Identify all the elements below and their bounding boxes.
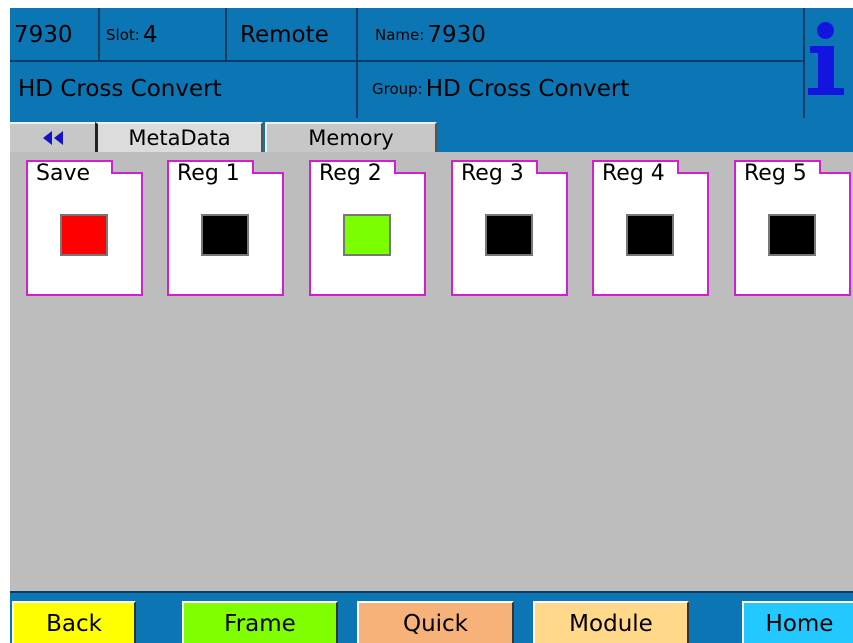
name-label: Name: xyxy=(375,25,425,44)
double-left-arrow-icon[interactable] xyxy=(10,122,95,152)
register-label: Reg 1 xyxy=(177,161,240,186)
header-divider xyxy=(356,8,358,118)
slot-value: 4 xyxy=(142,21,158,48)
register-reg-1[interactable]: Reg 1 xyxy=(167,160,284,296)
register-reg-4[interactable]: Reg 4 xyxy=(592,160,709,296)
register-status-indicator xyxy=(201,214,249,256)
group-value: HD Cross Convert xyxy=(425,76,630,102)
header-divider xyxy=(225,8,227,60)
register-reg-5[interactable]: Reg 5 xyxy=(734,160,851,296)
device-panel: 7930 Slot: 4 Remote Name: 7930 HD Cross … xyxy=(10,8,853,643)
register-save[interactable]: Save xyxy=(26,160,143,296)
tab-memory[interactable]: Memory xyxy=(265,122,437,152)
register-reg-3[interactable]: Reg 3 xyxy=(451,160,568,296)
group-label: Group: xyxy=(372,80,423,98)
register-label: Reg 5 xyxy=(744,161,807,186)
name-value: 7930 xyxy=(427,21,486,48)
register-label: Save xyxy=(36,161,91,186)
slot-label: Slot: xyxy=(106,25,140,44)
name-info: Name: 7930 xyxy=(375,12,486,57)
module-button[interactable]: Module xyxy=(533,601,689,643)
frame-button[interactable]: Frame xyxy=(182,601,338,643)
header-bar: 7930 Slot: 4 Remote Name: 7930 HD Cross … xyxy=(10,8,853,118)
register-status-indicator xyxy=(60,214,108,256)
tab-bar: MetaData Memory xyxy=(10,118,853,152)
home-button[interactable]: Home xyxy=(742,601,853,643)
register-label: Reg 3 xyxy=(461,161,524,186)
bottom-nav-bar: Back Frame Quick Module Home xyxy=(10,591,853,643)
header-divider xyxy=(10,60,803,62)
register-status-indicator xyxy=(768,214,816,256)
group-info: Group: HD Cross Convert xyxy=(372,64,629,114)
slot-info: Slot: 4 xyxy=(106,12,157,57)
register-label: Reg 4 xyxy=(602,161,665,186)
tab-metadata[interactable]: MetaData xyxy=(95,122,263,152)
mode-label: Remote xyxy=(240,21,329,48)
header-divider xyxy=(98,8,100,60)
frame-id: 7930 xyxy=(14,21,73,48)
register-label: Reg 2 xyxy=(319,161,382,186)
quick-button[interactable]: Quick xyxy=(357,601,514,643)
header-divider xyxy=(803,8,805,118)
register-status-indicator xyxy=(485,214,533,256)
register-status-indicator xyxy=(626,214,674,256)
info-icon[interactable] xyxy=(806,22,846,102)
register-reg-2[interactable]: Reg 2 xyxy=(309,160,426,296)
card-type: HD Cross Convert xyxy=(18,76,222,102)
register-status-indicator xyxy=(343,214,391,256)
back-button[interactable]: Back xyxy=(12,601,136,643)
